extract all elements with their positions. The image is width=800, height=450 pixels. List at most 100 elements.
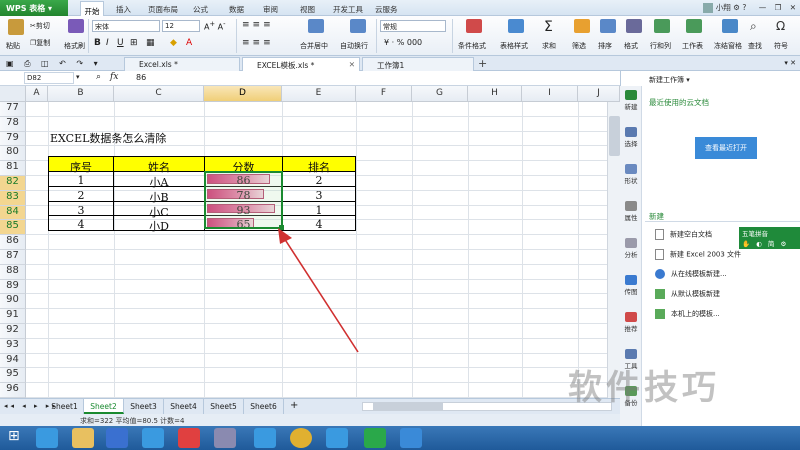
table-style-button[interactable]: 表格样式 — [500, 19, 528, 51]
link-new-excel2003[interactable]: 新建 Excel 2003 文件 — [655, 249, 741, 260]
settings-icon[interactable]: ⚙ — [733, 3, 740, 12]
font-name-select[interactable]: 宋体 — [92, 20, 160, 32]
sheet-title[interactable]: EXCEL数据条怎么清除 — [50, 130, 166, 146]
italic-button[interactable]: I — [106, 38, 109, 48]
scroll-thumb[interactable] — [609, 116, 620, 156]
link-default-template[interactable]: 从默认模板新建 — [655, 289, 720, 299]
row-header-83[interactable]: 83 — [0, 190, 26, 206]
cell-rank[interactable]: 2 — [282, 172, 356, 187]
row-header-79[interactable]: 79 — [0, 131, 26, 147]
format-button[interactable]: 格式 — [624, 19, 642, 51]
number-format-select[interactable]: 常规 — [380, 20, 446, 32]
merge-center-button[interactable]: 合并居中 — [300, 19, 328, 51]
row-header-77[interactable]: 77 — [0, 102, 26, 117]
zoom-icon[interactable]: ⌕ — [96, 72, 101, 82]
name-box[interactable]: D82 — [24, 72, 74, 84]
cell-name[interactable]: 小C — [113, 201, 205, 219]
filter-button[interactable]: 筛选 — [572, 19, 590, 51]
ie-icon[interactable] — [326, 428, 348, 448]
start-button[interactable]: ⊞ — [4, 428, 26, 448]
close-icon[interactable]: ✕ — [790, 3, 796, 12]
strip-item[interactable]: 选择 — [620, 127, 642, 148]
col-header-b[interactable]: B — [48, 86, 114, 102]
select-all-corner[interactable] — [0, 86, 26, 102]
currency-icon[interactable]: ¥ · % 000 — [384, 38, 422, 47]
row-header-95[interactable]: 95 — [0, 368, 26, 384]
row-header-80[interactable]: 80 — [0, 146, 26, 162]
tab-sheet2[interactable]: Sheet2 — [84, 399, 124, 414]
cell-no[interactable]: 4 — [48, 216, 114, 231]
col-header-e[interactable]: E — [282, 86, 356, 102]
row-header-88[interactable]: 88 — [0, 264, 26, 280]
tab-sheet5[interactable]: Sheet5 — [204, 399, 244, 414]
ime-icons[interactable]: ✋ ◐ 简 ⚙ — [742, 238, 798, 248]
ie-icon[interactable] — [36, 428, 58, 448]
menu-insert[interactable]: 插入 — [116, 0, 131, 16]
fill-color-icon[interactable]: ◆ — [170, 38, 177, 48]
row-col-button[interactable]: 行和列 — [650, 19, 671, 51]
cell-no[interactable]: 2 — [48, 186, 114, 202]
menu-cloud[interactable]: 云服务 — [375, 0, 398, 16]
paste-button[interactable]: 粘贴 — [6, 19, 24, 51]
cell-name[interactable]: 小A — [113, 172, 205, 189]
wps-writer-icon[interactable] — [400, 428, 422, 448]
baidu-icon[interactable] — [106, 428, 128, 448]
row-header-90[interactable]: 90 — [0, 294, 26, 310]
open-recent-button[interactable]: 查看最近打开 — [695, 137, 757, 159]
row-header-96[interactable]: 96 — [0, 383, 26, 398]
find-button[interactable]: ⌕ 查找 — [748, 19, 766, 51]
copy-button[interactable]: ❐复制 — [30, 38, 50, 48]
tab-excel-xls[interactable]: Excel.xls * — [124, 57, 240, 71]
folder-icon[interactable] — [72, 428, 94, 448]
border-icon[interactable]: ⊞ — [130, 38, 138, 48]
merge-icon[interactable]: ▦ — [146, 38, 155, 48]
cell-name[interactable]: 小B — [113, 186, 205, 204]
strip-item[interactable]: 分析 — [620, 238, 642, 259]
row-header-87[interactable]: 87 — [0, 250, 26, 265]
tab-excel-template[interactable]: EXCEL模板.xls * ✕ — [242, 57, 360, 71]
col-header-j[interactable]: J — [578, 86, 620, 102]
col-header-c[interactable]: C — [114, 86, 204, 102]
bold-button[interactable]: B — [94, 38, 101, 48]
name-box-dropdown-icon[interactable]: ▾ — [76, 73, 80, 81]
row-header-85[interactable]: 85 — [0, 220, 26, 236]
app-menu-button[interactable]: WPS 表格 ▾ — [0, 0, 68, 16]
row-header-86[interactable]: 86 — [0, 235, 26, 250]
help-icon[interactable]: ? — [742, 3, 746, 12]
formula-input[interactable]: 86 — [136, 73, 146, 82]
minimize-icon[interactable]: — — [759, 3, 767, 12]
row-header-78[interactable]: 78 — [0, 116, 26, 132]
wrap-text-button[interactable]: 自动换行 — [340, 19, 368, 51]
cell-name[interactable]: 小D — [113, 216, 205, 233]
header-name[interactable]: 姓名 — [113, 156, 205, 174]
wps-sheet-icon[interactable] — [364, 428, 386, 448]
tab-sheet6[interactable]: Sheet6 — [244, 399, 284, 414]
quick-access-toolbar[interactable]: ▣ ⎙ ◫ ↶ ↷ ▾ — [6, 59, 102, 69]
row-header-84[interactable]: 84 — [0, 205, 26, 221]
tabs-menu-icon[interactable]: ▾ ✕ — [784, 59, 796, 67]
font-size-select[interactable]: 12 — [162, 20, 200, 32]
strip-item[interactable]: 新建 — [620, 90, 642, 111]
selection-range[interactable] — [204, 171, 283, 229]
tab-sheet4[interactable]: Sheet4 — [164, 399, 204, 414]
menu-page-layout[interactable]: 页面布局 — [148, 0, 178, 16]
header-no[interactable]: 序号 — [48, 156, 114, 174]
strip-item[interactable]: 传图 — [620, 275, 642, 296]
menu-view[interactable]: 视图 — [300, 0, 315, 16]
sort-button[interactable]: 排序 — [598, 19, 616, 51]
menu-home[interactable]: 开始 — [80, 1, 104, 17]
browser-icon[interactable] — [142, 428, 164, 448]
cut-button[interactable]: ✂剪切 — [30, 21, 50, 31]
row-header-92[interactable]: 92 — [0, 324, 26, 339]
new-tab-icon[interactable]: + — [478, 57, 487, 70]
row-header-82[interactable]: 82 — [0, 176, 26, 191]
panel-header[interactable]: 新建工作簿 ▾ — [649, 75, 690, 85]
col-header-d[interactable]: D — [204, 86, 282, 102]
worksheet-button[interactable]: 工作表 — [682, 19, 703, 51]
restore-icon[interactable]: ❐ — [775, 3, 782, 12]
col-header-h[interactable]: H — [468, 86, 522, 102]
ime-toolbar[interactable]: 五笔拼音 ✋ ◐ 简 ⚙ — [739, 227, 800, 249]
tab-sheet3[interactable]: Sheet3 — [124, 399, 164, 414]
row-header-91[interactable]: 91 — [0, 309, 26, 324]
cond-format-button[interactable]: 条件格式 — [458, 19, 486, 51]
